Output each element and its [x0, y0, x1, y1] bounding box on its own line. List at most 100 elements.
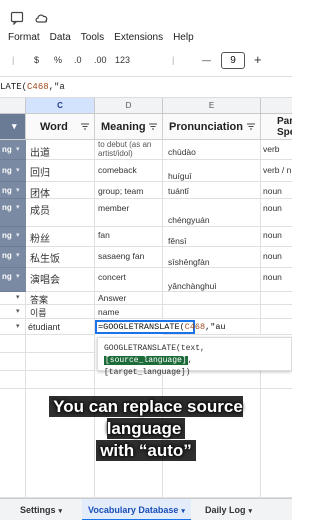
tag-cell[interactable]: ▾: [0, 319, 26, 335]
header-cell-part-of-speech[interactable]: Par Spe: [261, 114, 292, 140]
meaning-cell[interactable]: Answer: [95, 292, 163, 305]
decrease-decimal-button[interactable]: .0: [74, 55, 82, 65]
pronunciation-cell[interactable]: yǎnchànghuì: [163, 268, 261, 292]
function-signature: GOOGLETRANSLATE(text,: [104, 344, 205, 353]
chevron-down-icon: ▾: [16, 323, 20, 330]
meaning-cell[interactable]: member: [95, 199, 163, 227]
comment-icon[interactable]: [10, 11, 24, 25]
empty-cell[interactable]: [0, 353, 26, 371]
word-cell[interactable]: 团体: [26, 182, 95, 199]
header-cell-word[interactable]: Word: [26, 114, 95, 140]
tab-settings[interactable]: Settings ▾: [20, 499, 62, 520]
empty-cell[interactable]: [0, 335, 26, 353]
word-cell[interactable]: 粉丝: [26, 227, 95, 247]
pronunciation-cell[interactable]: huíguī: [163, 160, 261, 182]
column-header-d[interactable]: D: [95, 98, 163, 114]
meaning-cell[interactable]: name: [95, 305, 163, 319]
tag-cell[interactable]: ng ▾: [0, 247, 26, 268]
menu-help[interactable]: Help: [173, 32, 194, 43]
filter-icon[interactable]: [81, 123, 89, 130]
formula-edit-cell[interactable]: =GOOGLETRANSLATE(C468,"au: [95, 320, 226, 334]
tag-cell[interactable]: ng ▾: [0, 199, 26, 227]
font-size-decrease-button[interactable]: —: [202, 55, 211, 65]
meaning-cell[interactable]: sasaeng fan: [95, 247, 163, 268]
formula-suffix: ,"a: [48, 82, 65, 92]
meaning-cell[interactable]: comeback: [95, 160, 163, 182]
column-header-f[interactable]: [261, 98, 292, 114]
caption-line-2: with “auto”: [96, 440, 196, 461]
meaning-cell[interactable]: to debut (as an artist/idol): [95, 140, 163, 160]
word-cell[interactable]: 出道: [26, 140, 95, 160]
word-cell[interactable]: 成员: [26, 199, 95, 227]
pos-cell[interactable]: noun: [261, 268, 292, 292]
pronunciation-cell[interactable]: fěnsī: [163, 227, 261, 247]
header-cell-pronunciation[interactable]: Pronunciation: [163, 114, 261, 140]
font-size-increase-button[interactable]: +: [254, 52, 262, 67]
number-format-button[interactable]: 123: [115, 55, 130, 65]
empty-cell[interactable]: [0, 371, 26, 389]
column-header-c[interactable]: C: [26, 98, 95, 114]
header-cell-tag[interactable]: ▾: [0, 114, 26, 140]
pos-cell[interactable]: noun: [261, 199, 292, 227]
tag-cell[interactable]: ng ▾: [0, 268, 26, 292]
sheet-tabs-bar: Settings ▾ Vocabulary Database ▾ Daily Log…: [0, 498, 292, 520]
word-cell[interactable]: étudiant: [26, 319, 95, 335]
cloud-icon[interactable]: [34, 11, 50, 25]
meaning-cell[interactable]: fan: [95, 227, 163, 247]
word-cell[interactable]: 私生饭: [26, 247, 95, 268]
tag-cell[interactable]: ng ▾: [0, 140, 26, 160]
word-cell[interactable]: 回归: [26, 160, 95, 182]
empty-cell[interactable]: [26, 335, 95, 353]
font-size-input[interactable]: 9: [221, 52, 245, 69]
pronunciation-cell[interactable]: [163, 292, 261, 305]
pos-cell[interactable]: verb / n: [261, 160, 292, 182]
tag-label: ng: [2, 145, 12, 154]
column-header-e[interactable]: E: [163, 98, 261, 114]
word-cell[interactable]: 演唱会: [26, 268, 95, 292]
empty-cell[interactable]: [26, 353, 95, 371]
tag-cell[interactable]: ▾: [0, 292, 26, 305]
tab-daily-log[interactable]: Daily Log ▾: [205, 499, 252, 520]
currency-button[interactable]: $: [34, 55, 39, 65]
percent-button[interactable]: %: [54, 55, 62, 65]
empty-cell[interactable]: [26, 371, 95, 389]
increase-decimal-button[interactable]: .00: [94, 55, 107, 65]
caption-line-1: You can replace source language: [49, 396, 243, 439]
pos-cell[interactable]: [261, 305, 292, 319]
tag-cell[interactable]: ng ▾: [0, 160, 26, 182]
tab-settings-label: Settings: [20, 505, 56, 515]
meaning-cell[interactable]: concert: [95, 268, 163, 292]
menu-bar: Format Data Tools Extensions Help: [0, 28, 194, 46]
pos-cell[interactable]: [261, 319, 292, 335]
tag-cell[interactable]: ▾: [0, 305, 26, 319]
pronunciation-cell[interactable]: tuántǐ: [163, 182, 261, 199]
tag-label: ng: [2, 166, 12, 175]
filter-icon[interactable]: [247, 123, 255, 130]
header-cell-meaning[interactable]: Meaning: [95, 114, 163, 140]
chevron-down-icon: ▾: [16, 294, 20, 301]
pos-cell[interactable]: noun: [261, 247, 292, 268]
tab-vocabulary-database[interactable]: Vocabulary Database ▾: [82, 499, 191, 520]
column-header-b[interactable]: [0, 98, 26, 114]
tag-label: ng: [2, 272, 12, 281]
word-cell[interactable]: 이름: [26, 305, 95, 319]
menu-tools[interactable]: Tools: [81, 32, 104, 43]
word-cell[interactable]: 答案: [26, 292, 95, 305]
tag-cell[interactable]: ng ▾: [0, 227, 26, 247]
meaning-cell[interactable]: group; team: [95, 182, 163, 199]
pos-cell[interactable]: [261, 292, 292, 305]
menu-format[interactable]: Format: [8, 32, 40, 43]
pronunciation-cell[interactable]: chéngyuán: [163, 199, 261, 227]
filter-icon[interactable]: [149, 123, 157, 130]
tag-cell[interactable]: ng ▾: [0, 182, 26, 199]
video-caption: You can replace source language with “au…: [20, 396, 272, 462]
pronunciation-cell[interactable]: sīshēngfàn: [163, 247, 261, 268]
formula-bar[interactable]: LATE(C468,"a: [0, 76, 292, 98]
menu-data[interactable]: Data: [50, 32, 71, 43]
pronunciation-cell[interactable]: chūdào: [163, 140, 261, 160]
menu-extensions[interactable]: Extensions: [114, 32, 163, 43]
pos-cell[interactable]: verb: [261, 140, 292, 160]
pos-cell[interactable]: noun: [261, 227, 292, 247]
pos-cell[interactable]: noun: [261, 182, 292, 199]
pronunciation-cell[interactable]: [163, 305, 261, 319]
